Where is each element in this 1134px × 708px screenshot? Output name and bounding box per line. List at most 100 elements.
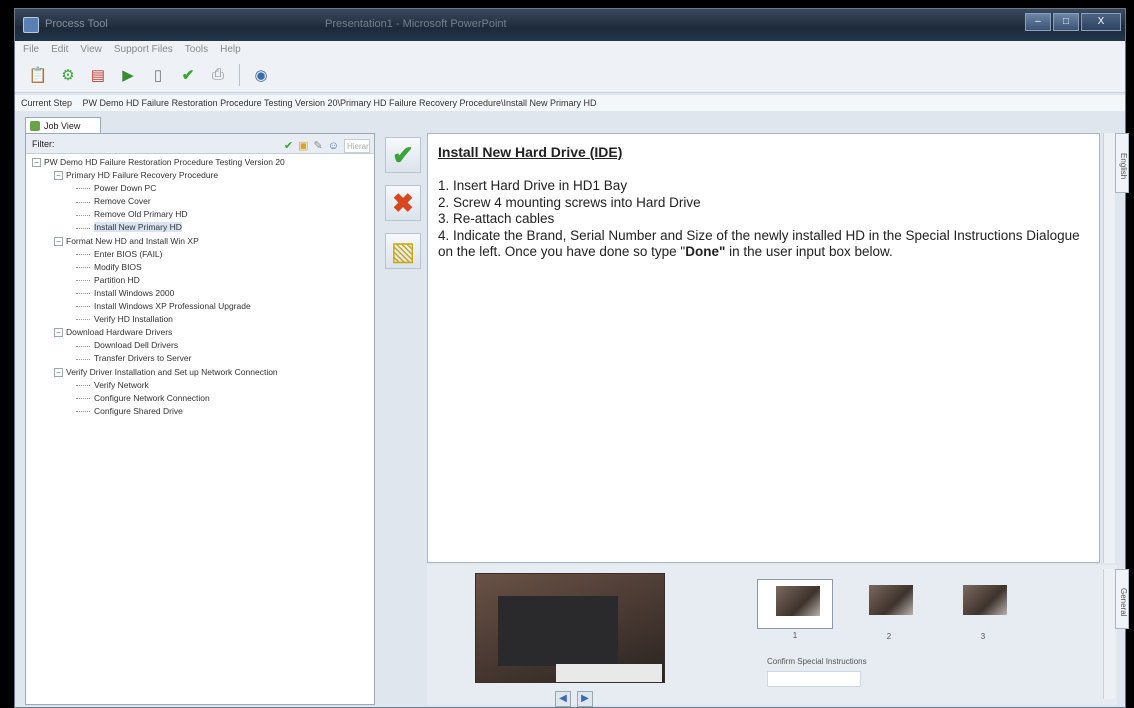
- image-navigation: ◀ ▶: [555, 691, 593, 707]
- done-button[interactable]: ✔: [385, 137, 421, 173]
- tree-item[interactable]: Install Windows 2000: [26, 287, 374, 300]
- thumbnail-number: 2: [886, 632, 892, 641]
- tree-item[interactable]: Configure Shared Drive: [26, 405, 374, 418]
- export-icon[interactable]: ▶: [117, 64, 139, 86]
- image-scrollbar[interactable]: [1103, 569, 1115, 699]
- filter-label: Filter:: [32, 139, 55, 149]
- clipboard-icon[interactable]: 📋: [27, 64, 49, 86]
- tree-connector: [76, 267, 90, 268]
- tree-connector: [76, 227, 90, 229]
- thumbnail-image: [869, 585, 913, 615]
- tree-item-label: Install New Primary HD: [94, 222, 182, 233]
- tree-connector: [76, 201, 90, 203]
- tree-expander-icon[interactable]: –: [54, 328, 63, 338]
- folder-icon[interactable]: ▣: [298, 136, 308, 156]
- instructions-title: Install New Hard Drive (IDE): [438, 144, 623, 160]
- tree-item[interactable]: – Download Hardware Drivers: [26, 326, 374, 339]
- current-step-path: PW Demo HD Failure Restoration Procedure…: [82, 98, 597, 108]
- tree-item[interactable]: Power Down PC: [26, 182, 374, 195]
- tab-job-view[interactable]: Job View: [25, 117, 101, 134]
- minimize-button[interactable]: –: [1025, 13, 1051, 31]
- checkmark-icon[interactable]: ✔: [284, 136, 293, 156]
- tree-connector: [76, 293, 90, 295]
- instruction-step-2: 2. Screw 4 mounting screws into Hard Dri…: [438, 194, 701, 210]
- image-area: ◀ ▶ 1 2 3 Confirm Special Instructions: [427, 565, 1117, 707]
- tab-english[interactable]: English: [1115, 133, 1129, 193]
- globe-icon[interactable]: ◉: [250, 64, 272, 86]
- menu-tools[interactable]: Tools: [185, 44, 208, 55]
- hierarchy-filter-input[interactable]: Hierar: [344, 139, 370, 153]
- tree-connector: [76, 306, 90, 308]
- tree-item-label: Partition HD: [94, 274, 140, 285]
- thumbnail-number: 1: [792, 631, 798, 640]
- thumbnail-1[interactable]: 1: [757, 579, 833, 640]
- thumbnail-3[interactable]: 3: [945, 579, 1021, 641]
- maximize-button[interactable]: □: [1053, 13, 1079, 31]
- printer-icon[interactable]: ⎙: [207, 64, 229, 86]
- tree-item[interactable]: Partition HD: [26, 274, 374, 287]
- tree-connector: [76, 253, 90, 255]
- tree-item-label: Power Down PC: [94, 183, 157, 194]
- tree-expander-icon[interactable]: –: [54, 367, 63, 377]
- thumbnail-2[interactable]: 2: [851, 579, 927, 641]
- tab-general[interactable]: General: [1115, 569, 1129, 629]
- note-button[interactable]: ▧: [385, 233, 421, 269]
- tree-item[interactable]: Modify BIOS: [26, 261, 374, 274]
- instruction-step-3: 3. Re-attach cables: [438, 211, 555, 226]
- tree-item[interactable]: Enter BIOS (FAIL): [26, 248, 374, 261]
- tree-item[interactable]: Install Windows XP Professional Upgrade: [26, 300, 374, 313]
- tree-item[interactable]: – Primary HD Failure Recovery Procedure: [26, 169, 374, 182]
- fail-button[interactable]: ✖: [385, 185, 421, 221]
- close-button[interactable]: X: [1081, 13, 1121, 31]
- tree-expander-icon[interactable]: –: [54, 236, 63, 246]
- image-hard-drive: [556, 664, 662, 682]
- app-window: Process Tool Presentation1 - Microsoft P…: [14, 8, 1129, 708]
- confirm-input[interactable]: [767, 671, 861, 687]
- tree-item[interactable]: – PW Demo HD Failure Restoration Procedur…: [26, 156, 374, 169]
- next-image-button[interactable]: ▶: [577, 691, 593, 707]
- confirm-special-instructions-label: Confirm Special Instructions: [767, 657, 867, 666]
- current-step-label: Current Step: [21, 98, 73, 108]
- previous-image-button[interactable]: ◀: [555, 691, 571, 707]
- window-title: Presentation1 - Microsoft PowerPoint: [325, 18, 507, 30]
- thumbnail-image: [776, 586, 820, 616]
- tree-item-label: Remove Cover: [94, 196, 151, 207]
- tree-item[interactable]: Remove Old Primary HD: [26, 208, 374, 221]
- wrench-icon[interactable]: ✎: [314, 136, 323, 156]
- tree-item[interactable]: Download Dell Drivers: [26, 339, 374, 352]
- tree-item[interactable]: – Verify Driver Installation and Set up N…: [26, 366, 374, 379]
- menu-help[interactable]: Help: [220, 44, 241, 55]
- tree-item-label: Transfer Drivers to Server: [94, 353, 192, 364]
- tree-item-label: Download Hardware Drivers: [66, 327, 173, 338]
- tree-expander-icon[interactable]: –: [32, 158, 41, 168]
- tree-item[interactable]: Verify Network: [26, 379, 374, 392]
- menu-view[interactable]: View: [80, 44, 102, 55]
- tree-connector: [76, 397, 90, 399]
- user-icon[interactable]: ☺: [328, 136, 339, 156]
- calendar-icon[interactable]: ▤: [87, 64, 109, 86]
- tree-item-label: Install Windows 2000: [94, 287, 175, 298]
- tree-item[interactable]: Transfer Drivers to Server: [26, 352, 374, 365]
- menu-edit[interactable]: Edit: [51, 44, 68, 55]
- checkmark-icon[interactable]: ✔: [177, 64, 199, 86]
- tree-item-label: Modify BIOS: [94, 261, 142, 272]
- menu-support-files[interactable]: Support Files: [114, 44, 173, 55]
- app-name: Process Tool: [45, 18, 108, 30]
- tree-item[interactable]: – Format New HD and Install Win XP: [26, 235, 374, 248]
- tree-item[interactable]: Remove Cover: [26, 195, 374, 208]
- tree-connector: [76, 319, 90, 321]
- tree-item-label: PW Demo HD Failure Restoration Procedure…: [44, 157, 285, 167]
- image-board: [498, 596, 618, 666]
- tree-item[interactable]: Verify HD Installation: [26, 313, 374, 326]
- tree-item-label: Remove Old Primary HD: [94, 209, 188, 220]
- gear-icon[interactable]: ⚙: [57, 64, 79, 86]
- tree-item[interactable]: Configure Network Connection: [26, 392, 374, 405]
- tree-expander-icon[interactable]: –: [54, 171, 63, 181]
- tree-item-label: Verify HD Installation: [94, 314, 173, 325]
- instructions-scrollbar[interactable]: [1103, 133, 1115, 563]
- document-icon[interactable]: ▯: [147, 64, 169, 86]
- job-tree-pane: Filter: ✔ ▣ ✎ ☺ Hierar – PW Demo HD Failu…: [25, 133, 375, 705]
- menu-bar: File Edit View Support Files Tools Help: [15, 41, 1125, 57]
- menu-file[interactable]: File: [23, 44, 39, 55]
- tree-item[interactable]: Install New Primary HD: [26, 221, 374, 234]
